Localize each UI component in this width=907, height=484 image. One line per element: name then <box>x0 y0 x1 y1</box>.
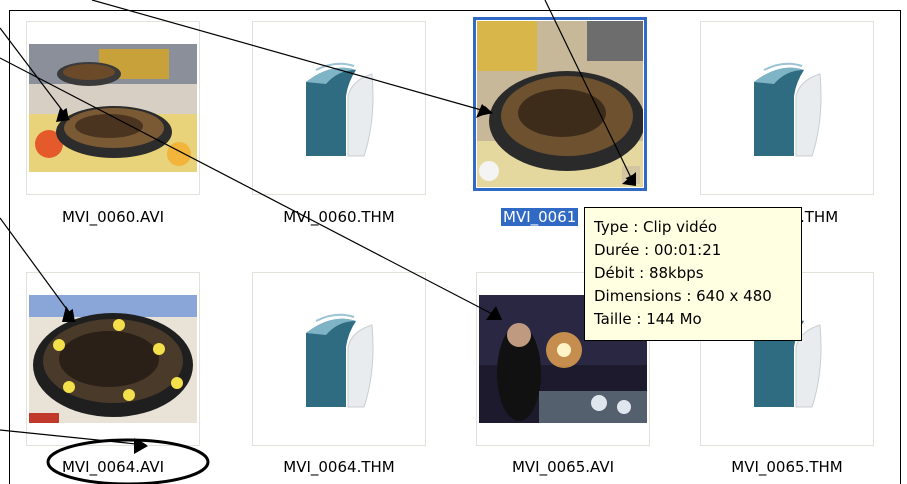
file-item-mvi-0060-thm[interactable] <box>252 21 426 195</box>
file-name-label[interactable]: MVI_0060.THM <box>239 207 439 227</box>
file-name-label[interactable]: MVI_0065.AVI <box>463 457 663 477</box>
paella-pan-photo <box>29 44 197 172</box>
file-info-tooltip: Type : Clip vidéo Durée : 00:01:21 Débit… <box>584 207 802 341</box>
thm-file-icon <box>296 60 382 158</box>
file-item-mvi-0060-avi[interactable] <box>26 21 200 195</box>
thm-file-icon <box>744 60 830 158</box>
file-item-mvi-0061-thm[interactable] <box>700 21 874 195</box>
tooltip-duration: Durée : 00:01:21 <box>594 241 722 259</box>
tooltip-type: Type : Clip vidéo <box>594 218 718 236</box>
file-item-mvi-0064-thm[interactable] <box>252 272 426 446</box>
thm-file-icon <box>296 311 382 409</box>
file-name-label[interactable]: MVI_0060.AVI <box>13 207 213 227</box>
paella-closeup-photo <box>477 21 643 187</box>
file-item-mvi-0061-avi[interactable] <box>473 17 647 191</box>
file-name-label-partial[interactable]: .THM <box>800 207 860 227</box>
tooltip-bitrate: Débit : 88kbps <box>594 264 704 282</box>
file-name-label[interactable]: MVI_0064.THM <box>239 457 439 477</box>
tooltip-dimensions: Dimensions : 640 x 480 <box>594 287 772 305</box>
file-name-label[interactable]: MVI_0064.AVI <box>13 457 213 477</box>
file-item-mvi-0064-avi[interactable] <box>26 272 200 446</box>
file-name-label-selected[interactable]: MVI_0061 <box>501 207 591 227</box>
tooltip-size: Taille : 144 Mo <box>594 310 702 328</box>
file-name-label[interactable]: MVI_0065.THM <box>687 457 887 477</box>
paella-lemons-photo <box>29 295 197 423</box>
